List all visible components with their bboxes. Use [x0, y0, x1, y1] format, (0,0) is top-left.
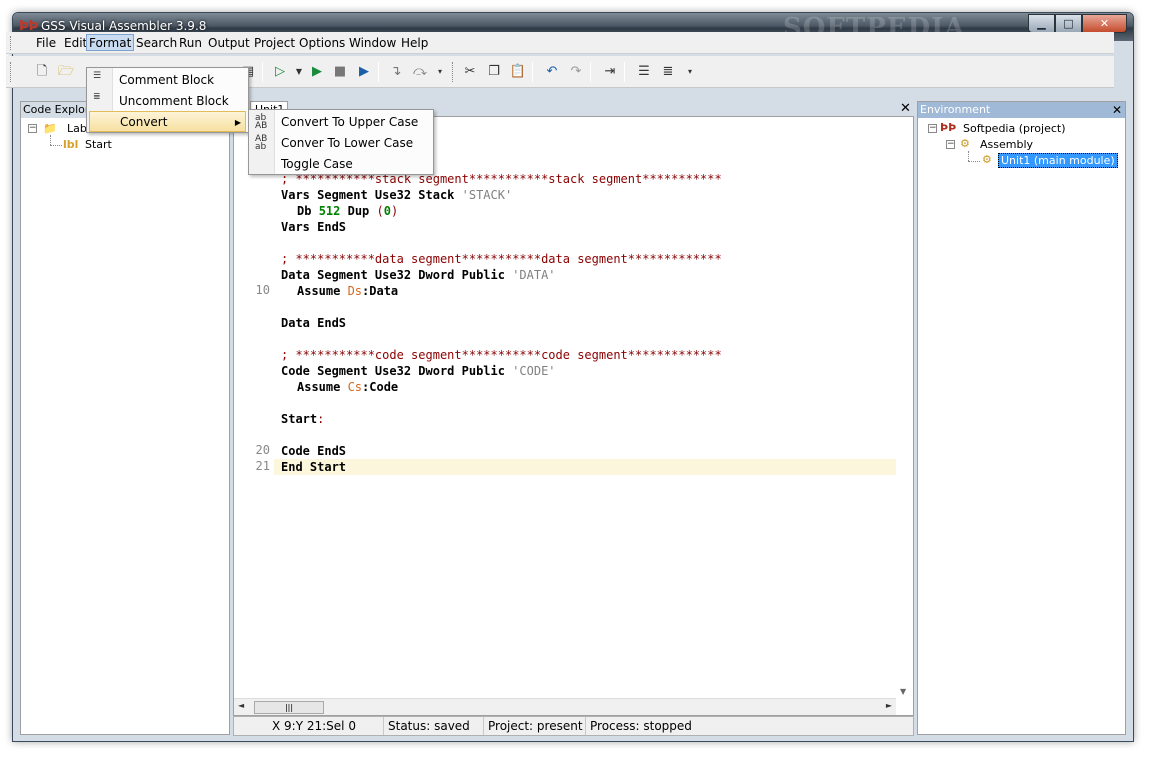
undo-icon[interactable]: ↶ — [542, 62, 562, 82]
code-line: Assume Cs:Code — [297, 380, 399, 394]
tree-item-labels[interactable]: Lab — [67, 122, 87, 135]
code-explorer-panel: Code Explore − 📁 Lab lbl Start — [20, 101, 230, 735]
menu-window[interactable]: Window — [347, 35, 398, 52]
code-line: Assume Ds:Data — [297, 284, 399, 298]
code-line: Data Segment Use32 Dword Public 'DATA' — [281, 268, 556, 282]
comment-block-icon: ☰ — [93, 71, 102, 81]
code-line: Code EndS — [281, 444, 347, 458]
module-icon: ⚙ — [982, 153, 992, 166]
menu-convert-upper[interactable]: ab AB Convert To Upper Case — [251, 112, 431, 133]
label-icon: lbl — [63, 138, 79, 151]
tree-item-project[interactable]: Softpedia (project) — [963, 122, 1066, 135]
maximize-button[interactable]: □ — [1055, 14, 1082, 33]
new-file-icon[interactable]: 🗋 — [32, 62, 52, 82]
current-line-highlight — [274, 459, 896, 475]
format-menu: ☰ Comment Block ≣ Uncomment Block Conver… — [86, 67, 249, 133]
horizontal-scrollbar[interactable]: ◄ ||| ► — [234, 698, 896, 715]
step-icon[interactable]: ▶ — [354, 62, 374, 82]
close-button[interactable]: ✕ — [1082, 14, 1127, 33]
menu-output[interactable]: Output — [206, 35, 252, 52]
scroll-left-icon[interactable]: ◄ — [238, 701, 244, 710]
tree-item-unit1[interactable]: Unit1 (main module) — [998, 153, 1118, 168]
code-line: Code Segment Use32 Dword Public 'CODE' — [281, 364, 556, 378]
code-editor[interactable]: 10 20 21 ; ***********stack segment*****… — [233, 116, 914, 716]
stop-icon[interactable]: ■ — [330, 62, 350, 82]
status-bar: X 9:Y 21:Sel 0 Status: saved Project: pr… — [233, 716, 914, 736]
minimize-button[interactable]: ▁ — [1028, 14, 1055, 33]
scroll-right-icon[interactable]: ► — [886, 701, 892, 710]
code-line: Start: — [281, 412, 325, 426]
menu-toggle-case[interactable]: Toggle Case — [251, 154, 431, 175]
copy-icon[interactable]: ❐ — [484, 62, 504, 82]
project-status: Project: present — [484, 717, 586, 735]
tree-item-assembly[interactable]: Assembly — [980, 138, 1033, 151]
folder-icon: 📁 — [43, 122, 57, 135]
open-folder-icon[interactable]: 🗁 — [56, 62, 76, 82]
menu-run[interactable]: Run — [177, 35, 204, 52]
scroll-down-icon[interactable]: ▼ — [900, 687, 906, 696]
code-line: Vars EndS — [281, 220, 347, 234]
window-title: GSS Visual Assembler 3.9.8 — [41, 19, 207, 33]
scrollbar-thumb[interactable]: ||| — [254, 701, 324, 714]
editor-close-icon[interactable]: ✕ — [900, 101, 911, 116]
line-number: 20 — [255, 443, 270, 457]
menu-help[interactable]: Help — [399, 35, 430, 52]
menu-format[interactable]: Format — [86, 34, 135, 51]
tree-expander[interactable]: − — [28, 124, 37, 133]
paste-icon[interactable]: 📋 — [508, 62, 528, 82]
lower-case-icon: AB ab — [255, 134, 268, 152]
save-status: Status: saved — [384, 717, 484, 735]
code-line: Vars Segment Use32 Stack 'STACK' — [281, 188, 513, 202]
line-number: 10 — [255, 283, 270, 297]
goto-line-icon[interactable]: ⇥ — [600, 62, 620, 82]
uncomment-block-icon[interactable]: ≣ — [658, 62, 678, 82]
uncomment-block-icon: ≣ — [93, 92, 101, 102]
tree-expander[interactable]: − — [946, 140, 955, 149]
environment-close-icon[interactable]: ✕ — [1112, 102, 1122, 118]
run-dropdown-icon[interactable]: ▼ — [289, 62, 309, 82]
environment-title: Environment ✕ — [918, 102, 1125, 118]
menu-comment-block[interactable]: ☰ Comment Block — [89, 70, 246, 91]
toolbar-overflow-icon-2[interactable]: ▾ — [680, 62, 700, 82]
tree-item-start[interactable]: Start — [85, 138, 112, 151]
menu-uncomment-block[interactable]: ≣ Uncomment Block — [89, 91, 246, 112]
project-icon: ϷϷ — [940, 121, 957, 134]
toolbar-grip[interactable] — [10, 62, 13, 82]
menu-project[interactable]: Project — [252, 35, 297, 52]
code-line: Data EndS — [281, 316, 347, 330]
menu-bar: File Edit Format Search Run Output Proje… — [6, 32, 1114, 54]
vertical-scrollbar[interactable]: ▼ — [896, 117, 913, 700]
code-line: End Start — [281, 460, 347, 474]
code-line: ; ***********data segment***********data… — [281, 252, 722, 266]
convert-submenu: ab AB Convert To Upper Case AB ab Conver… — [248, 109, 434, 175]
environment-panel: Environment ✕ − ϷϷ Softpedia (project) − … — [917, 101, 1126, 735]
tree-expander[interactable]: − — [928, 124, 937, 133]
upper-case-icon: ab AB — [255, 113, 268, 131]
menu-search[interactable]: Search — [134, 35, 179, 52]
step-into-icon[interactable]: ↴ — [386, 62, 406, 82]
step-over-icon[interactable]: ⤼ — [410, 62, 430, 82]
cut-icon[interactable]: ✂ — [460, 62, 480, 82]
play-icon[interactable]: ▶ — [307, 62, 327, 82]
submenu-arrow-icon: ▶ — [234, 118, 241, 127]
menu-convert-lower[interactable]: AB ab Conver To Lower Case — [251, 133, 431, 154]
menu-convert[interactable]: Convert ▶ — [89, 111, 246, 132]
menu-file[interactable]: File — [34, 35, 58, 52]
line-number: 21 — [255, 459, 270, 473]
run-icon[interactable]: ▷ — [270, 62, 290, 82]
code-line: ; ***********code segment***********code… — [281, 348, 722, 362]
redo-icon[interactable]: ↷ — [566, 62, 586, 82]
toolbar-overflow-icon[interactable]: ▾ — [430, 62, 450, 82]
menubar-grip[interactable] — [10, 36, 13, 50]
assembly-icon: ⚙ — [960, 137, 970, 150]
cursor-position: X 9:Y 21:Sel 0 — [234, 717, 384, 735]
menu-options[interactable]: Options — [297, 35, 347, 52]
process-status: Process: stopped — [590, 719, 692, 733]
line-gutter: 10 20 21 — [234, 117, 274, 687]
comment-block-icon[interactable]: ☰ — [634, 62, 654, 82]
code-line: Db 512 Dup (0) — [297, 204, 399, 218]
